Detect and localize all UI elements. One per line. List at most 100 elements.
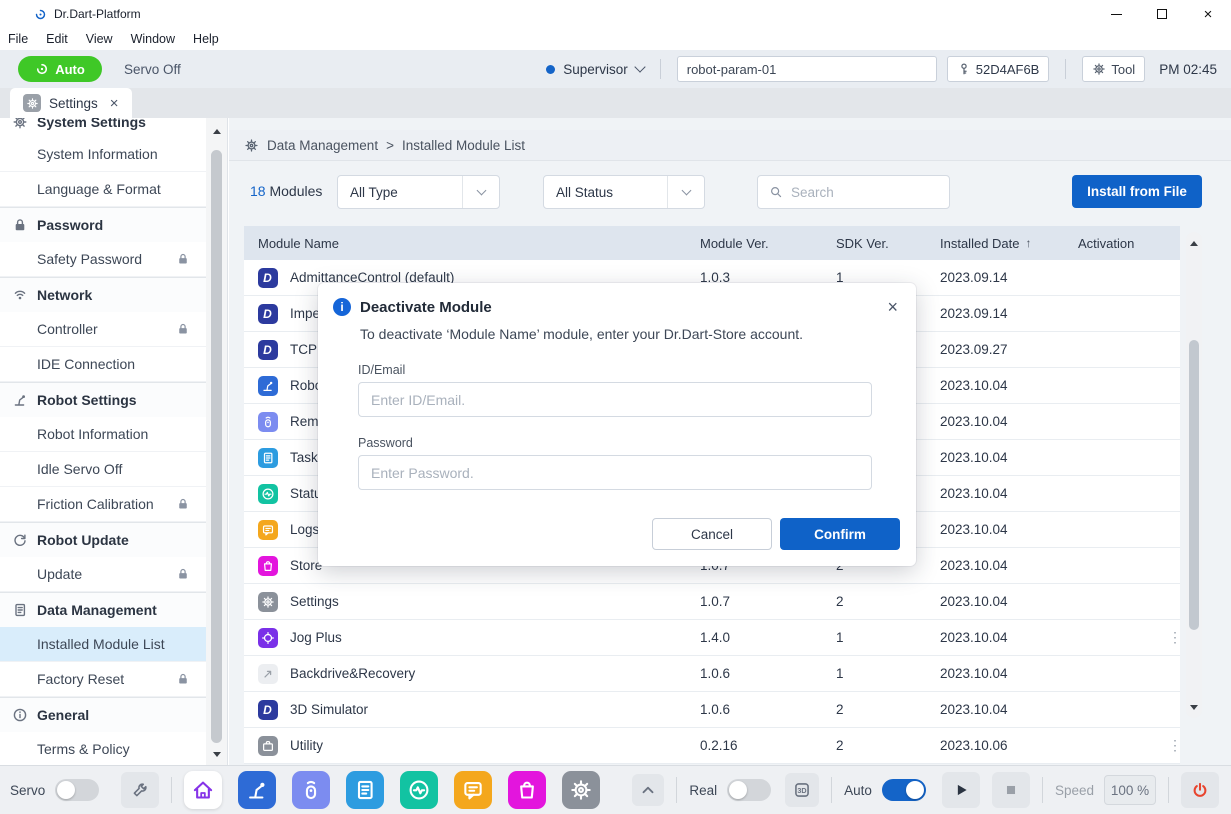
maximize-button[interactable] (1139, 0, 1185, 28)
auto-mode-badge[interactable]: Auto (18, 56, 102, 82)
sidebar-section-label: Robot Settings (37, 392, 137, 408)
table-row[interactable]: D3D Simulator1.0.622023.10.04 (244, 692, 1180, 728)
sidebar-item-language-format[interactable]: Language & Format (0, 172, 206, 207)
col-module-name[interactable]: Module Name (258, 236, 339, 251)
search-input[interactable] (791, 185, 938, 200)
scroll-up-icon[interactable] (1186, 236, 1202, 250)
sidebar-item-safety-password[interactable]: Safety Password (0, 242, 206, 277)
speed-value[interactable]: 100 % (1104, 775, 1156, 805)
expand-panel-button[interactable] (632, 774, 664, 806)
table-scrollbar[interactable] (1186, 232, 1202, 718)
sidebar-item-password[interactable]: Password (0, 207, 206, 242)
3d-view-button[interactable]: 3D (785, 773, 819, 807)
confirm-button[interactable]: Confirm (780, 518, 900, 550)
sidebar-item-network[interactable]: Network (0, 277, 206, 312)
stop-icon (1004, 783, 1018, 797)
table-row[interactable]: Settings1.0.722023.10.04 (244, 584, 1180, 620)
table-row[interactable]: Backdrive&Recovery1.0.612023.10.04 (244, 656, 1180, 692)
sidebar-item-factory-reset[interactable]: Factory Reset (0, 662, 206, 697)
scroll-down-icon[interactable] (206, 747, 227, 761)
robot-param-input[interactable] (677, 56, 937, 82)
status-filter-dropdown[interactable]: All Status (543, 175, 705, 209)
sidebar-item-friction-calibration[interactable]: Friction Calibration (0, 487, 206, 522)
password-field[interactable] (358, 455, 872, 490)
user-role-select[interactable]: Supervisor (546, 62, 644, 77)
jog-tool-button[interactable] (121, 772, 159, 808)
sidebar-scrollbar[interactable] (206, 118, 227, 765)
sidebar-item-clipped[interactable]: System Settings (0, 118, 206, 137)
sidebar-item-data-management[interactable]: Data Management (0, 592, 206, 627)
installed-date: 2023.10.04 (926, 450, 1064, 465)
sidebar-item-robot-information[interactable]: Robot Information (0, 417, 206, 452)
sort-ascending-icon[interactable]: ↑ (1026, 236, 1032, 250)
sidebar-item-system-information[interactable]: System Information (0, 137, 206, 172)
id-email-field[interactable] (358, 382, 872, 417)
cancel-button[interactable]: Cancel (652, 518, 772, 550)
app-store-icon[interactable] (508, 771, 546, 809)
menu-file[interactable]: File (8, 32, 28, 46)
gear-icon (244, 138, 259, 153)
real-toggle[interactable] (727, 779, 771, 801)
app-logs-icon[interactable] (454, 771, 492, 809)
minimize-button[interactable] (1093, 0, 1139, 28)
sidebar-item-update[interactable]: Update (0, 557, 206, 592)
col-module-ver[interactable]: Module Ver. (700, 236, 769, 251)
tool-button[interactable]: Tool (1082, 56, 1145, 82)
settings-gear-icon (23, 94, 41, 112)
menu-window[interactable]: Window (131, 32, 175, 46)
close-button[interactable]: × (1185, 0, 1231, 28)
row-menu-icon[interactable]: ⋮ (1160, 737, 1190, 754)
install-from-file-button[interactable]: Install from File (1072, 175, 1202, 208)
sidebar-item-general[interactable]: General (0, 697, 206, 732)
minimize-icon (1111, 14, 1122, 15)
sidebar-item-idle-servo-off[interactable]: Idle Servo Off (0, 452, 206, 487)
power-button[interactable] (1181, 772, 1219, 808)
sidebar-item-robot-update[interactable]: Robot Update (0, 522, 206, 557)
sidebar-item-installed-module-list[interactable]: Installed Module List (0, 627, 206, 662)
tab-close-icon[interactable]: × (110, 95, 119, 112)
col-installed-date[interactable]: Installed Date (940, 236, 1020, 251)
stop-button[interactable] (992, 772, 1030, 808)
table-row[interactable]: Utility0.2.1622023.10.06⋮ (244, 728, 1180, 764)
sidebar-scroll-thumb[interactable] (211, 150, 222, 743)
module-dart-icon: D (258, 304, 278, 324)
installed-date: 2023.10.04 (926, 594, 1064, 609)
type-filter-dropdown[interactable]: All Type (337, 175, 500, 209)
password-label: Password (358, 436, 872, 450)
table-row[interactable]: Jog Plus1.4.012023.10.04⋮ (244, 620, 1180, 656)
tab-settings[interactable]: Settings × (10, 88, 132, 118)
breadcrumb-parent[interactable]: Data Management (267, 138, 378, 153)
scroll-down-icon[interactable] (1186, 700, 1202, 714)
speed-label: Speed (1055, 783, 1094, 798)
app-settings-icon[interactable] (562, 771, 600, 809)
close-icon: × (1204, 7, 1213, 22)
module-name: Logs (290, 522, 319, 537)
menu-edit[interactable]: Edit (46, 32, 68, 46)
app-remote-icon[interactable] (292, 771, 330, 809)
menu-view[interactable]: View (86, 32, 113, 46)
module-dart-icon: D (258, 268, 278, 288)
sidebar-item-ide-connection[interactable]: IDE Connection (0, 347, 206, 382)
sidebar-item-terms-policy[interactable]: Terms & Policy (0, 732, 206, 765)
module-version: 1.4.0 (686, 630, 822, 645)
play-button[interactable] (942, 772, 980, 808)
menu-help[interactable]: Help (193, 32, 219, 46)
sidebar-item-label: Installed Module List (37, 636, 165, 652)
sdk-version: 2 (822, 738, 926, 753)
servo-toggle[interactable] (55, 779, 99, 801)
col-activation[interactable]: Activation (1078, 236, 1134, 251)
app-home-icon[interactable] (184, 771, 222, 809)
col-sdk-ver[interactable]: SDK Ver. (836, 236, 889, 251)
sidebar-item-controller[interactable]: Controller (0, 312, 206, 347)
app-task-icon[interactable] (346, 771, 384, 809)
scroll-up-icon[interactable] (206, 124, 227, 138)
sidebar-item-robot-settings[interactable]: Robot Settings (0, 382, 206, 417)
app-status-icon[interactable] (400, 771, 438, 809)
dialog-close-icon[interactable]: × (887, 298, 898, 316)
wrench-icon (131, 781, 149, 799)
app-robot-icon[interactable] (238, 771, 276, 809)
table-scroll-thumb[interactable] (1189, 340, 1199, 630)
auto-toggle[interactable] (882, 779, 926, 801)
mode-swirl-icon (35, 62, 49, 76)
serial-number-button[interactable]: 52D4AF6B (947, 56, 1050, 82)
